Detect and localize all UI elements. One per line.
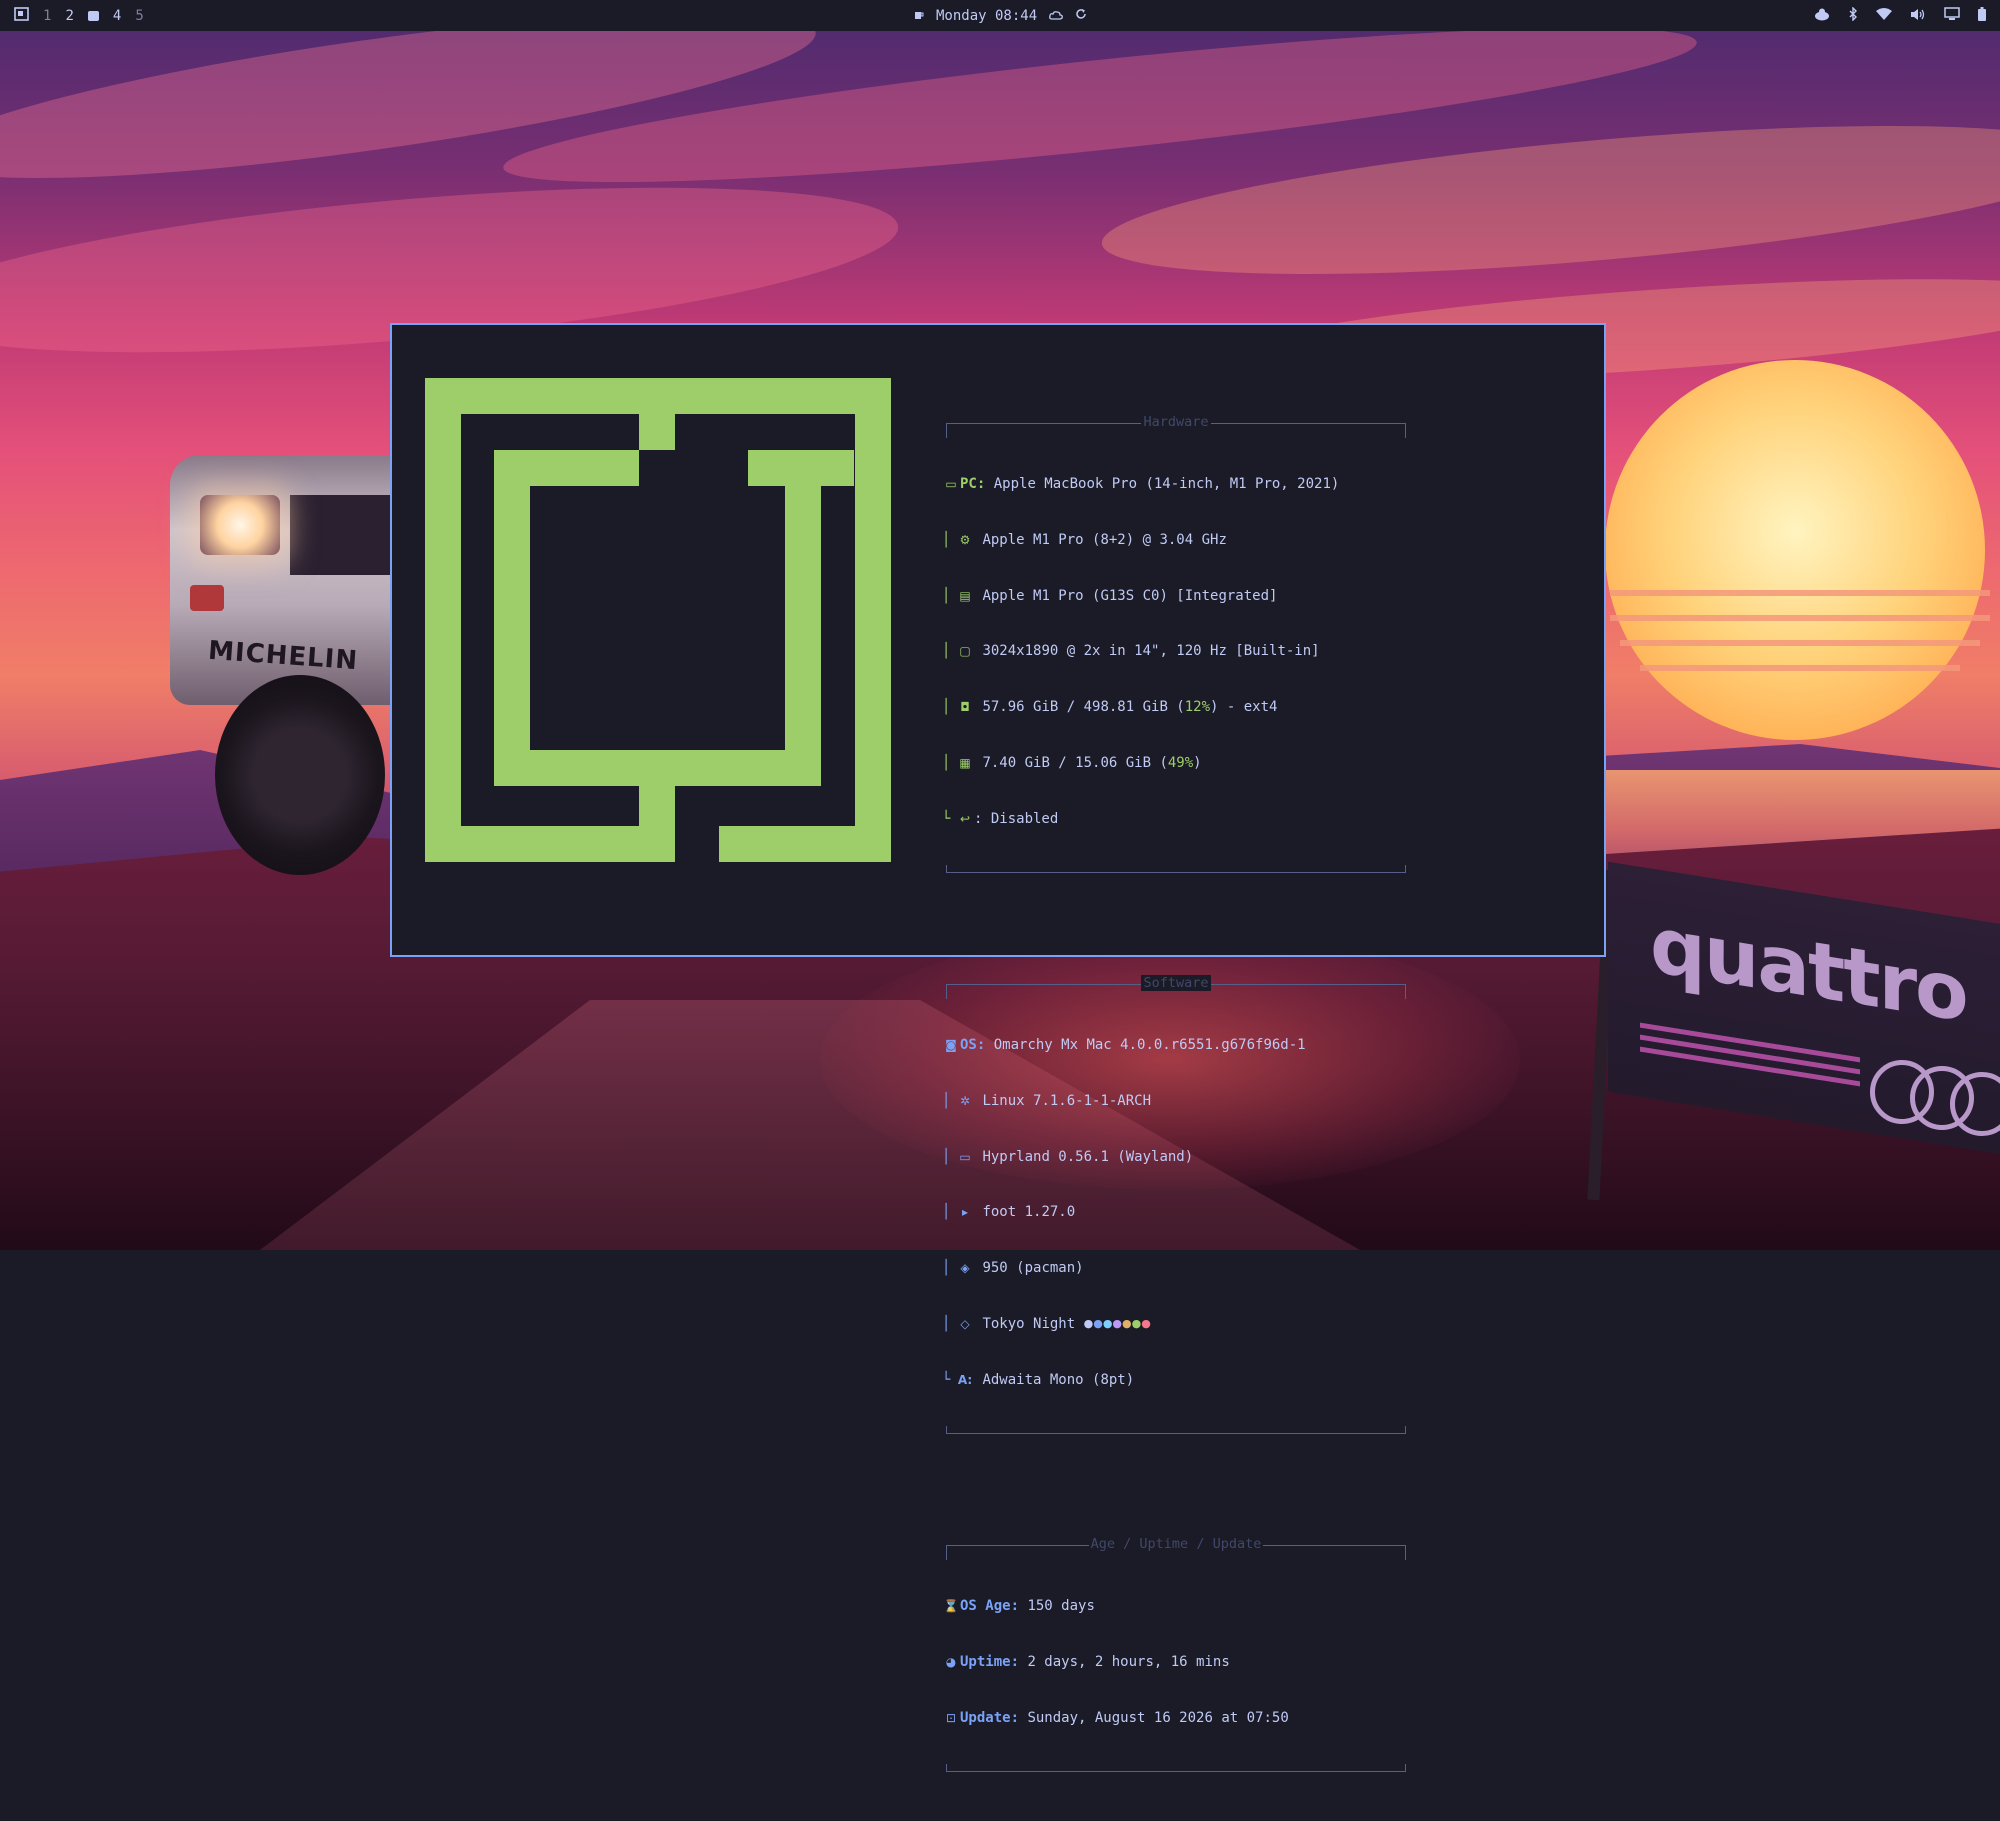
os-age-value: 150 days <box>1027 1598 1095 1615</box>
terminal-row: │ ▸ foot 1.27.0 <box>942 1204 1076 1221</box>
fastfetch-output: Hardware ▭ PC: Apple MacBook Pro (14-inch… <box>942 361 1412 1821</box>
theme-value: Tokyo Night <box>982 1315 1076 1332</box>
uptime-icon: ◕ <box>945 1654 957 1669</box>
gpu-icon: ▤ <box>959 588 971 603</box>
font-key: A: <box>957 1372 973 1387</box>
uptime-key: Uptime: <box>960 1653 1020 1670</box>
disk-value-post: ) - ext4 <box>1210 699 1278 716</box>
hourglass-icon: ⌛ <box>943 1599 959 1614</box>
theme-color-dot: ● <box>1112 1317 1123 1331</box>
font-value: Adwaita Mono (8pt) <box>982 1371 1135 1388</box>
refresh-icon[interactable] <box>1075 8 1087 23</box>
theme-color-dot: ● <box>1102 1317 1113 1331</box>
age-section-title: Age / Uptime / Update <box>1088 1535 1264 1552</box>
omarchy-menu-icon[interactable] <box>14 7 29 24</box>
theme-color-dots: ●●●●●●● <box>1084 1314 1151 1334</box>
disk-row: │ ◘ 57.96 GiB / 498.81 GiB (12%) - ext4 <box>942 699 1278 716</box>
packages-row: │ ◈ 950 (pacman) <box>942 1260 1084 1277</box>
memory-icon: ▦ <box>959 755 971 770</box>
package-icon: ◈ <box>960 1261 970 1276</box>
memory-value-pre: 7.40 GiB / 15.06 GiB ( <box>982 754 1168 771</box>
pc-row: ▭ PC: Apple MacBook Pro (14-inch, M1 Pro,… <box>942 475 1412 494</box>
kernel-value: Linux 7.1.6-1-1-ARCH <box>982 1092 1152 1109</box>
age-section-bottom <box>946 1764 1406 1773</box>
software-section-bottom <box>946 1426 1406 1435</box>
workspace-5[interactable]: 5 <box>135 8 143 24</box>
rally-car: MICHELIN <box>160 455 410 875</box>
theme-row: │ ◇ Tokyo Night ●●●●●●● <box>942 1315 1412 1334</box>
sun <box>1605 360 1985 740</box>
font-row: └ A: Adwaita Mono (8pt) <box>942 1371 1135 1388</box>
os-age-row: ⌛ OS Age: 150 days <box>942 1597 1412 1616</box>
swap-value: : Disabled <box>974 810 1059 827</box>
update-key: Update: <box>960 1709 1020 1726</box>
coffee-icon[interactable] <box>914 9 924 23</box>
cpu-value: Apple M1 Pro (8+2) @ 3.04 GHz <box>982 531 1227 548</box>
software-section-title: Software <box>1141 974 1211 991</box>
workspace-switcher: 1 2 4 5 <box>14 0 144 31</box>
wm-row: │ ▭ Hyprland 0.56.1 (Wayland) <box>942 1148 1194 1165</box>
wm-value: Hyprland 0.56.1 (Wayland) <box>982 1148 1194 1165</box>
gpu-value: Apple M1 Pro (G13S C0) [Integrated] <box>982 587 1278 604</box>
bluetooth-icon[interactable] <box>1848 6 1858 24</box>
cpu-chip-icon: ⚙ <box>959 532 971 547</box>
gpu-row: │ ▤ Apple M1 Pro (G13S C0) [Integrated] <box>942 587 1278 604</box>
top-bar: 1 2 4 5 Monday 08:44 <box>0 0 2000 31</box>
cloud-icon[interactable] <box>1049 9 1064 23</box>
disk-percent: 12% <box>1184 699 1211 716</box>
cpu-icon[interactable] <box>1814 8 1830 24</box>
system-tray <box>1814 0 1986 31</box>
terminal-icon: ▸ <box>961 1205 969 1220</box>
os-age-key: OS Age: <box>960 1598 1020 1615</box>
workspace-3-active[interactable] <box>87 10 99 21</box>
cpu-row: │ ⚙ Apple M1 Pro (8+2) @ 3.04 GHz <box>942 531 1227 548</box>
software-section-border: Software <box>946 974 1406 999</box>
workspace-1[interactable]: 1 <box>43 8 51 24</box>
theme-icon: ◇ <box>960 1316 970 1331</box>
pc-value: Apple MacBook Pro (14-inch, M1 Pro, 2021… <box>993 475 1340 492</box>
clock[interactable]: Monday 08:44 <box>936 8 1037 24</box>
disk-value-pre: 57.96 GiB / 498.81 GiB ( <box>982 699 1185 716</box>
volume-icon[interactable] <box>1910 8 1926 24</box>
car-wheel <box>215 675 385 875</box>
display-row: │ ▢ 3024x1890 @ 2x in 14", 120 Hz [Built-… <box>942 643 1320 660</box>
disk-icon: ◘ <box>960 700 970 715</box>
clock-area: Monday 08:44 <box>914 0 1087 31</box>
update-box-icon: ⊡ <box>945 1710 957 1725</box>
swap-icon: ↩ <box>959 811 971 826</box>
memory-row: │ ▦ 7.40 GiB / 15.06 GiB (49%) <box>942 754 1202 771</box>
hardware-section-bottom <box>946 865 1406 874</box>
memory-value-post: ) <box>1193 754 1202 771</box>
workspace-2[interactable]: 2 <box>65 8 73 24</box>
kernel-gear-icon: ✲ <box>959 1093 971 1108</box>
uptime-value: 2 days, 2 hours, 16 mins <box>1027 1653 1230 1670</box>
hardware-section-border: Hardware <box>946 413 1406 438</box>
omarchy-logo <box>425 378 891 862</box>
monitor-icon[interactable] <box>1944 7 1960 24</box>
wifi-icon[interactable] <box>1876 8 1892 23</box>
uptime-row: ◕ Uptime: 2 days, 2 hours, 16 mins <box>942 1653 1412 1672</box>
memory-percent: 49% <box>1167 754 1194 771</box>
display-icon: ▢ <box>959 644 971 659</box>
headlight <box>200 495 280 555</box>
hardware-section-title: Hardware <box>1141 413 1211 430</box>
update-value: Sunday, August 16 2026 at 07:50 <box>1027 1709 1289 1726</box>
age-section-border: Age / Uptime / Update <box>946 1535 1406 1560</box>
battery-icon[interactable] <box>1978 7 1986 24</box>
packages-value: 950 (pacman) <box>982 1260 1084 1277</box>
os-row: ◙ OS: Omarchy Mx Mac 4.0.0.r6551.g676f96d… <box>942 1036 1412 1055</box>
theme-color-dot: ● <box>1141 1317 1151 1331</box>
theme-color-dot: ● <box>1093 1317 1103 1331</box>
theme-color-dot: ● <box>1131 1317 1142 1331</box>
swap-row: └ ↩: Disabled <box>942 810 1059 827</box>
theme-color-dot: ● <box>1122 1317 1132 1331</box>
update-row: ⊡ Update: Sunday, August 16 2026 at 07:50 <box>942 1709 1412 1728</box>
window-manager-icon: ▭ <box>959 1149 971 1164</box>
workspace-4[interactable]: 4 <box>113 8 121 24</box>
kernel-row: │ ✲ Linux 7.1.6-1-1-ARCH <box>942 1092 1152 1109</box>
terminal-value: foot 1.27.0 <box>982 1204 1076 1221</box>
os-value: Omarchy Mx Mac 4.0.0.r6551.g676f96d-1 <box>993 1037 1306 1053</box>
display-value: 3024x1890 @ 2x in 14", 120 Hz [Built-in] <box>982 643 1320 660</box>
theme-color-dot: ● <box>1083 1317 1094 1331</box>
